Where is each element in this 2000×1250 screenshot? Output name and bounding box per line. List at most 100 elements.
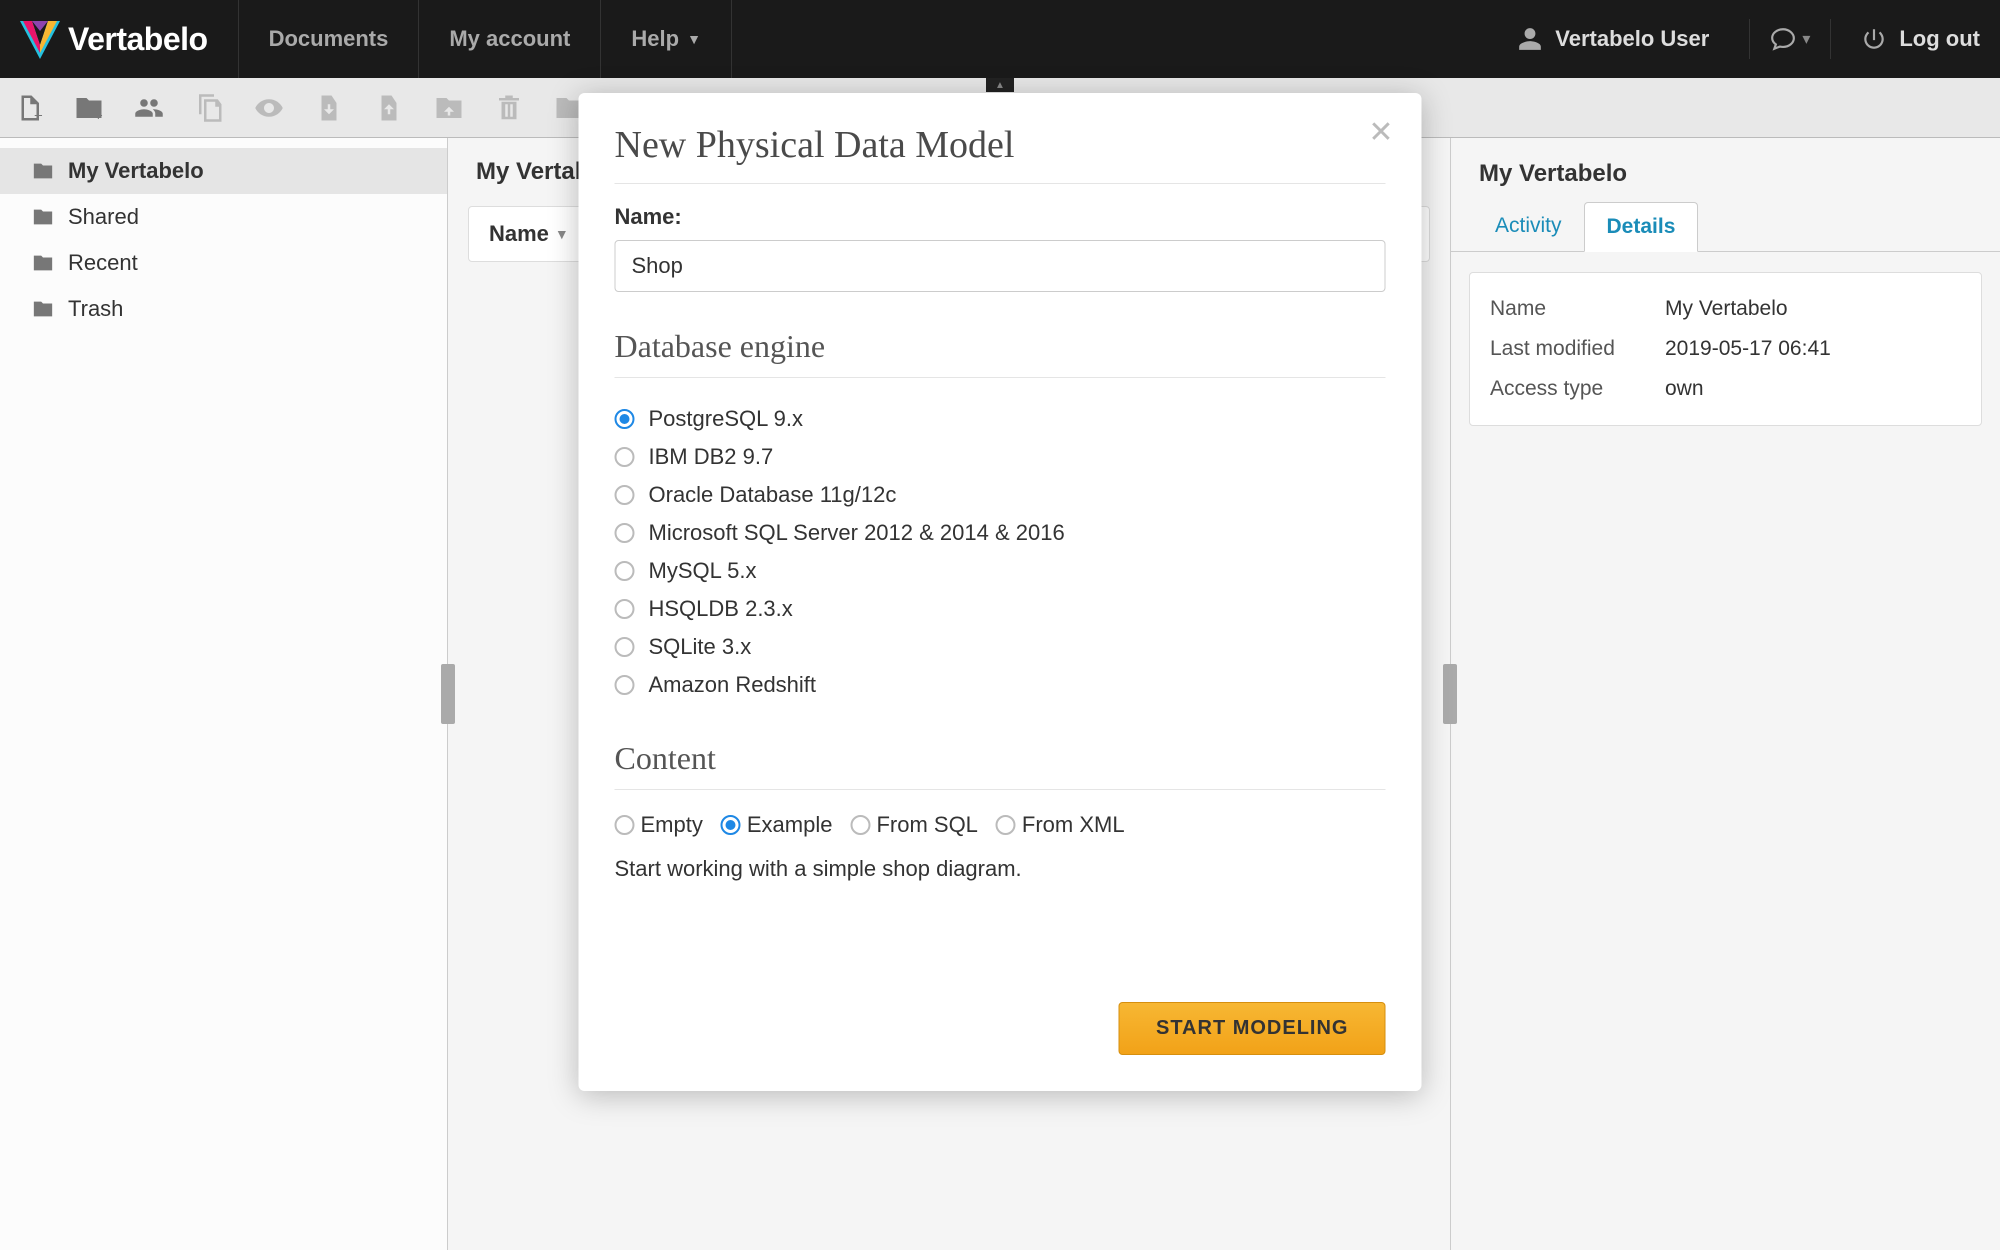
upload-icon[interactable]: [374, 93, 404, 123]
name-label: Name:: [615, 204, 1386, 230]
content-from-xml[interactable]: From XML: [996, 812, 1125, 838]
new-document-icon[interactable]: +: [14, 93, 44, 123]
left-resize-handle[interactable]: [441, 664, 455, 724]
engine-sqlite[interactable]: SQLite 3.x: [615, 628, 1386, 666]
radio-label: Oracle Database 11g/12c: [649, 482, 897, 508]
engine-db2[interactable]: IBM DB2 9.7: [615, 438, 1386, 476]
radio-icon: [615, 599, 635, 619]
folder-icon: [32, 161, 54, 181]
detail-value: 2019-05-17 06:41: [1665, 337, 1831, 361]
content-empty[interactable]: Empty: [615, 812, 703, 838]
share-icon[interactable]: [134, 93, 164, 123]
chat-menu[interactable]: ▾: [1749, 19, 1831, 59]
folder-list: My Vertabelo Shared Recent Trash: [0, 138, 447, 332]
folder-icon: [32, 299, 54, 319]
tab-label: Details: [1607, 215, 1676, 238]
radio-icon: [615, 561, 635, 581]
engine-radio-list: PostgreSQL 9.x IBM DB2 9.7 Oracle Databa…: [615, 400, 1386, 704]
brand-logo[interactable]: Vertabelo: [20, 19, 238, 59]
sort-caret-icon: ▼: [555, 226, 569, 242]
detail-row: Name My Vertabelo: [1490, 289, 1961, 329]
folder-icon: [32, 207, 54, 227]
engine-redshift[interactable]: Amazon Redshift: [615, 666, 1386, 704]
preview-icon[interactable]: [254, 93, 284, 123]
radio-icon: [615, 637, 635, 657]
tab-details[interactable]: Details: [1584, 202, 1699, 252]
nav-item-label: Documents: [269, 26, 389, 52]
new-model-modal: ✕ New Physical Data Model Name: Database…: [579, 93, 1422, 1091]
radio-label: From SQL: [876, 812, 977, 838]
engine-oracle[interactable]: Oracle Database 11g/12c: [615, 476, 1386, 514]
engine-mysql[interactable]: MySQL 5.x: [615, 552, 1386, 590]
top-navbar: Vertabelo Documents My account Help ▼ Ver…: [0, 0, 2000, 78]
user-menu[interactable]: Vertabelo User: [1497, 26, 1729, 52]
folder-label: Trash: [68, 296, 123, 322]
engine-hsqldb[interactable]: HSQLDB 2.3.x: [615, 590, 1386, 628]
power-icon: [1861, 26, 1887, 52]
radio-icon: [721, 815, 741, 835]
logout-button[interactable]: Log out: [1851, 26, 1980, 52]
content-options: Empty Example From SQL From XML: [615, 812, 1386, 838]
logout-label: Log out: [1899, 26, 1980, 52]
radio-label: Empty: [641, 812, 703, 838]
detail-label: Last modified: [1490, 337, 1665, 361]
tab-activity[interactable]: Activity: [1473, 202, 1584, 251]
content-from-sql[interactable]: From SQL: [850, 812, 977, 838]
right-panel-title: My Vertabelo: [1451, 138, 2000, 202]
radio-icon: [996, 815, 1016, 835]
download-icon[interactable]: [314, 93, 344, 123]
folder-trash[interactable]: Trash: [0, 286, 447, 332]
start-modeling-button[interactable]: START MODELING: [1119, 1002, 1386, 1055]
collapse-toolbar-handle[interactable]: [986, 78, 1014, 92]
svg-text:+: +: [94, 107, 103, 123]
folder-icon: [32, 253, 54, 273]
user-name: Vertabelo User: [1555, 26, 1709, 52]
caret-down-icon: ▼: [687, 31, 701, 47]
radio-label: From XML: [1022, 812, 1125, 838]
folder-recent[interactable]: Recent: [0, 240, 447, 286]
radio-label: Microsoft SQL Server 2012 & 2014 & 2016: [649, 520, 1065, 546]
right-resize-handle[interactable]: [1443, 664, 1457, 724]
detail-label: Name: [1490, 297, 1665, 321]
folder-label: Recent: [68, 250, 138, 276]
tab-label: Activity: [1495, 214, 1562, 237]
copy-icon[interactable]: [194, 93, 224, 123]
nav-list: Documents My account Help ▼: [238, 0, 732, 78]
caret-down-icon: ▾: [1802, 29, 1810, 49]
radio-label: Amazon Redshift: [649, 672, 817, 698]
delete-icon[interactable]: [494, 93, 524, 123]
nav-documents[interactable]: Documents: [238, 0, 419, 78]
nav-my-account[interactable]: My account: [418, 0, 600, 78]
close-icon[interactable]: ✕: [1368, 115, 1393, 150]
radio-icon: [615, 815, 635, 835]
nav-help[interactable]: Help ▼: [600, 0, 732, 78]
content-example[interactable]: Example: [721, 812, 833, 838]
right-panel: My Vertabelo Activity Details Name My Ve…: [1450, 138, 2000, 1250]
model-name-input[interactable]: [615, 240, 1386, 292]
details-box: Name My Vertabelo Last modified 2019-05-…: [1469, 272, 1982, 426]
engine-postgresql[interactable]: PostgreSQL 9.x: [615, 400, 1386, 438]
nav-item-label: Help: [631, 26, 679, 52]
radio-label: HSQLDB 2.3.x: [649, 596, 793, 622]
content-description: Start working with a simple shop diagram…: [615, 856, 1386, 882]
modal-title: New Physical Data Model: [615, 123, 1386, 184]
radio-label: Example: [747, 812, 833, 838]
detail-row: Last modified 2019-05-17 06:41: [1490, 329, 1961, 369]
new-folder-icon[interactable]: +: [74, 93, 104, 123]
radio-icon: [615, 409, 635, 429]
radio-label: MySQL 5.x: [649, 558, 757, 584]
content-header: Content: [615, 740, 1386, 790]
modal-footer: START MODELING: [615, 1002, 1386, 1055]
import-folder-icon[interactable]: [434, 93, 464, 123]
user-icon: [1517, 26, 1543, 52]
detail-row: Access type own: [1490, 369, 1961, 409]
right-tabs: Activity Details: [1451, 202, 2000, 252]
detail-value: own: [1665, 377, 1704, 401]
radio-icon: [615, 485, 635, 505]
folder-label: My Vertabelo: [68, 158, 204, 184]
engine-mssql[interactable]: Microsoft SQL Server 2012 & 2014 & 2016: [615, 514, 1386, 552]
vertabelo-logo-icon: [20, 19, 60, 59]
folder-my-vertabelo[interactable]: My Vertabelo: [0, 148, 447, 194]
folder-shared[interactable]: Shared: [0, 194, 447, 240]
radio-icon: [615, 447, 635, 467]
